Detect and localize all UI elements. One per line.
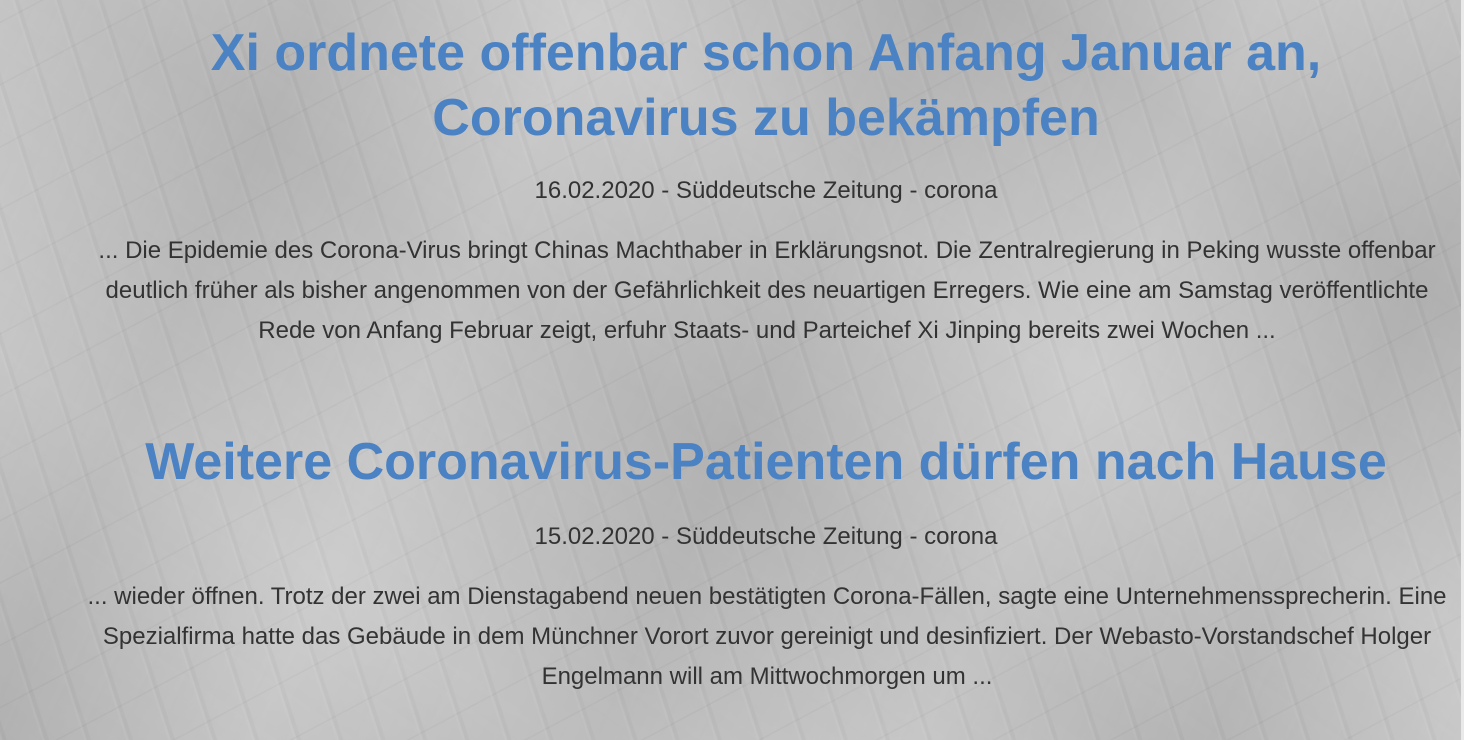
news-feed: Xi ordnete offenbar schon Anfang Januar … (0, 0, 1464, 740)
article-title-link[interactable]: Xi ordnete offenbar schon Anfang Januar … (211, 24, 1321, 147)
article-meta: 16.02.2020 - Süddeutsche Zeitung - coron… (534, 177, 998, 204)
article-title[interactable]: Xi ordnete offenbar schon Anfang Januar … (90, 21, 1442, 151)
article-title[interactable]: Weitere Coronavirus-Patienten dürfen nac… (66, 430, 1464, 495)
article-meta: 15.02.2020 - Süddeutsche Zeitung - coron… (534, 523, 998, 550)
article-excerpt: ... wieder öffnen. Trotz der zwei am Die… (87, 583, 1447, 690)
article-excerpt: ... Die Epidemie des Corona-Virus bringt… (98, 237, 1436, 344)
article-title-link[interactable]: Weitere Coronavirus-Patienten dürfen nac… (145, 433, 1387, 491)
